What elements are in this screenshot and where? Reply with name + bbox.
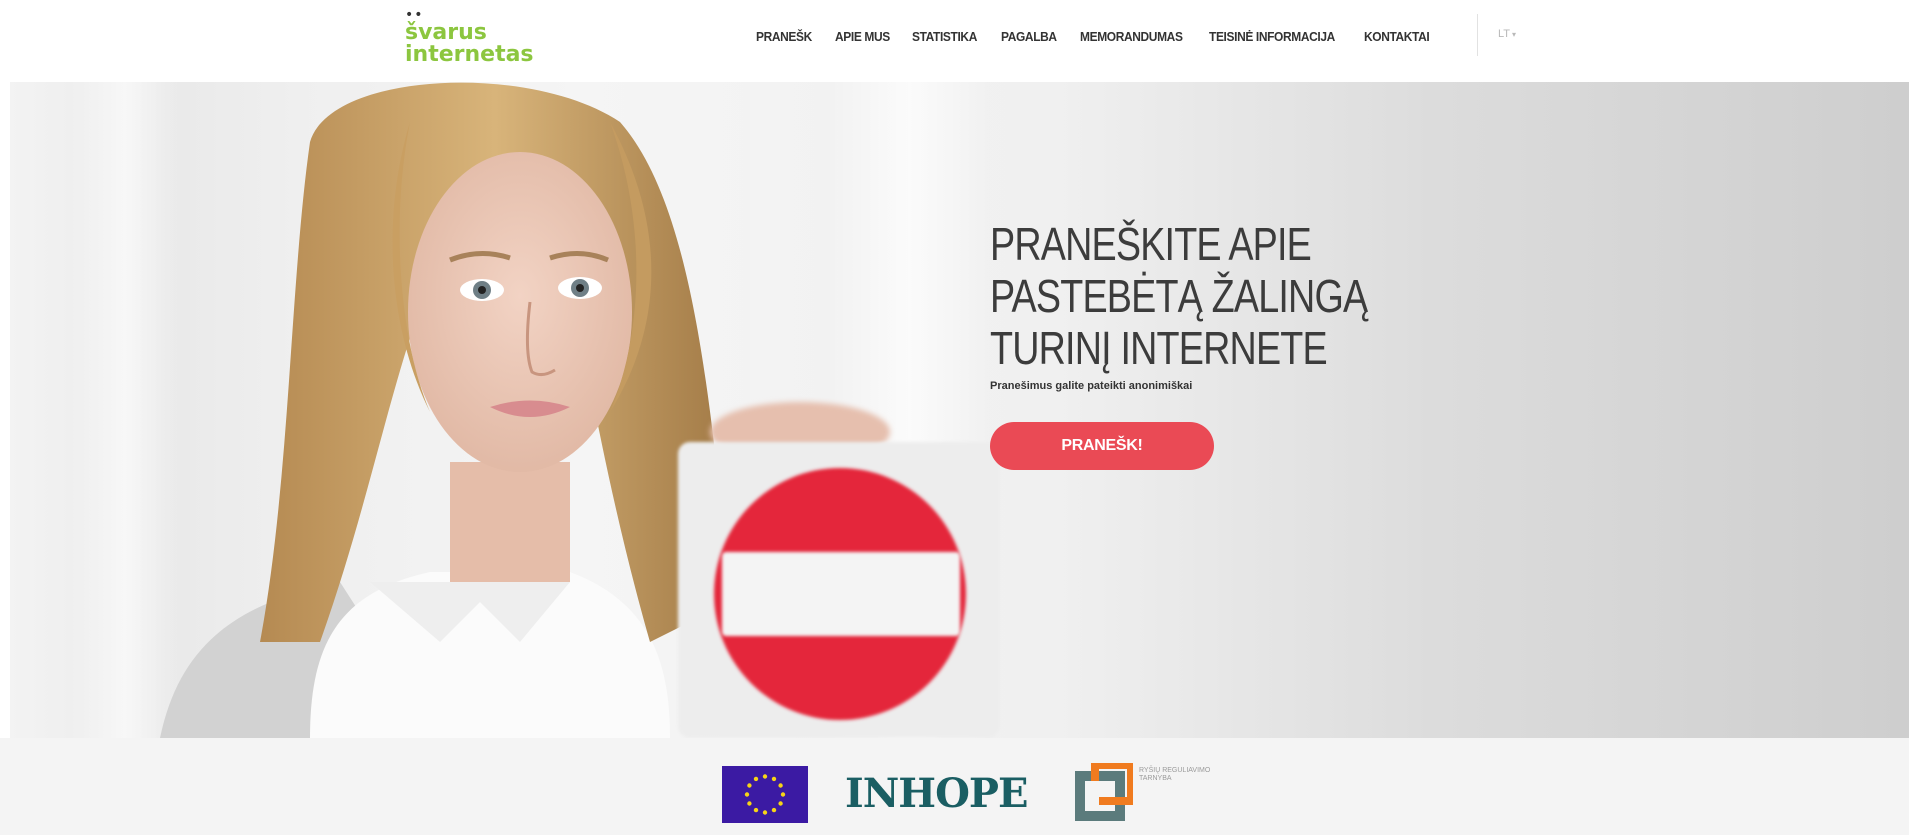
rrt-logo[interactable]	[1073, 763, 1133, 823]
nav-item-memorandumas[interactable]: MEMORANDUMAS	[1080, 29, 1183, 44]
eu-flag-logo[interactable]	[722, 766, 808, 823]
svarus-internetas-logo[interactable]: •• švarus internetas	[403, 8, 553, 70]
logo-line-2: internetas	[405, 42, 534, 67]
rrt-logo-text: RYŠIŲ REGULIAVIMO TARNYBA	[1139, 767, 1211, 782]
hero-title-line: TURINĮ INTERNETE	[990, 322, 1328, 374]
eu-star-icon	[780, 792, 786, 797]
nav-item-statistika[interactable]: STATISTIKA	[912, 29, 977, 44]
eu-star-icon	[753, 807, 759, 813]
nav-item-teisine-informacija[interactable]: TEISINĖ INFORMACIJA	[1209, 29, 1335, 44]
nav-item-apie-mus[interactable]: APIE MUS	[835, 29, 890, 44]
nav-divider	[1477, 14, 1478, 56]
language-selector[interactable]: LT ▾	[1498, 28, 1516, 40]
nav-item-pagalba[interactable]: PAGALBA	[1001, 29, 1057, 44]
inhope-logo[interactable]: INHOPE	[845, 770, 1028, 817]
eu-star-icon	[753, 776, 759, 782]
eu-star-icon	[778, 783, 783, 788]
eu-star-icon	[771, 807, 777, 813]
hero-subtitle: Pranešimus galite pateikti anonimiškai	[990, 380, 1193, 392]
eu-star-icon	[747, 801, 752, 806]
eu-star-icon	[762, 774, 768, 779]
pranesk-button[interactable]: PRANEŠK!	[990, 422, 1214, 470]
eu-star-icon	[744, 792, 750, 797]
language-label: LT	[1498, 28, 1511, 40]
hero-text-block: PRANEŠKITE APIE PASTEBĖTĄ ŽALINGĄ TURINĮ…	[990, 218, 1510, 392]
eu-star-icon	[771, 776, 777, 782]
hero-title: PRANEŠKITE APIE PASTEBĖTĄ ŽALINGĄ TURINĮ…	[990, 218, 1498, 374]
main-navigation: PRANEŠK APIE MUS STATISTIKA PAGALBA MEMO…	[756, 26, 1453, 46]
nav-item-kontaktai[interactable]: KONTAKTAI	[1364, 29, 1430, 44]
eu-star-icon	[778, 801, 783, 806]
hero-title-line: PRANEŠKITE APIE	[990, 218, 1312, 270]
nav-item-pranesk[interactable]: PRANEŠK	[756, 29, 812, 44]
site-header: •• švarus internetas PRANEŠK APIE MUS ST…	[0, 0, 1909, 82]
hero-banner: PRANEŠKITE APIE PASTEBĖTĄ ŽALINGĄ TURINĮ…	[10, 82, 1909, 738]
eu-star-icon	[747, 783, 752, 788]
partners-strip: INHOPE RYŠIŲ REGULIAVIMO TARNYBA	[0, 738, 1909, 835]
eu-star-icon	[762, 810, 768, 815]
hero-photo-girl-with-stop-sign	[160, 82, 1000, 738]
chevron-down-icon: ▾	[1512, 30, 1517, 39]
logo-line-1: švarus	[405, 20, 487, 45]
hero-title-line: PASTEBĖTĄ ŽALINGĄ	[990, 270, 1368, 322]
